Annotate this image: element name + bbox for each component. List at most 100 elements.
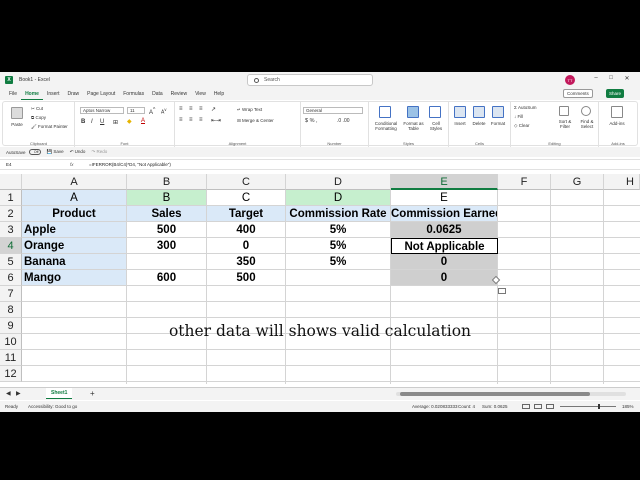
conditional-formatting-button[interactable]: Conditional Formatting [369, 121, 403, 131]
decrease-font-icon[interactable]: Av [161, 107, 166, 116]
normal-view-icon[interactable] [522, 404, 530, 409]
align-right-icon[interactable]: ≡ [199, 117, 203, 123]
sheet-tab-sheet1[interactable]: Sheet1 [46, 388, 73, 399]
align-bottom-icon[interactable]: ≡ [199, 106, 203, 112]
number-format-select[interactable]: General [303, 107, 363, 114]
tab-home[interactable]: Home [21, 88, 43, 100]
cell-styles-button[interactable]: Cell Styles [426, 121, 446, 131]
merge-center-button[interactable]: ⊟ Merge & Center [237, 118, 274, 124]
cell-a5[interactable]: Banana [22, 254, 127, 270]
add-sheet-button[interactable]: + [90, 388, 95, 399]
zoom-slider-thumb[interactable] [598, 404, 600, 409]
cell-c4[interactable]: 0 [207, 238, 286, 254]
cell-b2[interactable]: Sales [127, 206, 207, 222]
font-name-select[interactable]: Aptos Narrow [80, 107, 124, 114]
sheet-nav-prev-icon[interactable]: ◀ [6, 390, 11, 397]
borders-icon[interactable]: ⊞ [113, 119, 118, 126]
row-header-12[interactable]: 12 [0, 366, 22, 382]
close-button[interactable]: ✕ [621, 75, 633, 82]
horizontal-scrollbar[interactable] [396, 392, 626, 396]
column-header-a[interactable]: A [22, 174, 127, 190]
cell-b6[interactable]: 600 [127, 270, 207, 286]
cell-c3[interactable]: 400 [207, 222, 286, 238]
search-box[interactable]: Search [247, 74, 373, 86]
tab-help[interactable]: Help [210, 88, 228, 100]
indent-icon[interactable]: ⇤⇥ [211, 117, 221, 124]
tab-page-layout[interactable]: Page Layout [83, 88, 119, 100]
row-header-3[interactable]: 3 [0, 222, 22, 238]
orientation-icon[interactable]: ↗ [211, 106, 216, 113]
cell-d3[interactable]: 5% [286, 222, 391, 238]
align-left-icon[interactable]: ≡ [179, 117, 183, 123]
cell-b3[interactable]: 500 [127, 222, 207, 238]
cell-e3[interactable]: 0.0625 [391, 222, 498, 238]
tab-draw[interactable]: Draw [63, 88, 83, 100]
minimize-button[interactable]: – [590, 75, 602, 81]
wrap-text-button[interactable]: ↵ Wrap Text [237, 107, 262, 113]
select-all-corner[interactable] [0, 174, 22, 190]
align-center-icon[interactable]: ≡ [189, 117, 193, 123]
cell-a2[interactable]: Product [22, 206, 127, 222]
tab-insert[interactable]: Insert [43, 88, 64, 100]
format-painter-button[interactable]: 🖌 Format Painter [31, 124, 68, 130]
cell-d4[interactable]: 5% [286, 238, 391, 254]
fill-color-icon[interactable]: ◆ [127, 118, 132, 125]
cell-a3[interactable]: Apple [22, 222, 127, 238]
insert-button[interactable]: Insert [450, 121, 470, 126]
row-header-1[interactable]: 1 [0, 190, 22, 206]
cell-e1[interactable]: E [391, 190, 498, 206]
column-header-d[interactable]: D [286, 174, 391, 190]
autosave-toggle[interactable]: Off [28, 149, 41, 155]
cell-d1[interactable]: D [286, 190, 391, 206]
row-header-7[interactable]: 7 [0, 286, 22, 302]
cell-e2[interactable]: Commission Earned [391, 206, 498, 222]
cell-b4[interactable]: 300 [127, 238, 207, 254]
cut-button[interactable]: ✂ Cut [31, 106, 43, 112]
grid-fgh-area[interactable] [498, 190, 640, 286]
row-header-5[interactable]: 5 [0, 254, 22, 270]
cell-d6[interactable] [286, 270, 391, 286]
page-break-view-icon[interactable] [546, 404, 554, 409]
copy-button[interactable]: ⧉ Copy [31, 115, 46, 120]
tab-file[interactable]: File [5, 88, 21, 100]
name-box[interactable]: E4 [4, 161, 66, 169]
font-color-icon[interactable]: A [141, 118, 145, 124]
column-header-b[interactable]: B [127, 174, 207, 190]
fill-button[interactable]: ↓ Fill [514, 114, 523, 119]
user-avatar[interactable]: TT [565, 75, 575, 85]
cell-c6[interactable]: 500 [207, 270, 286, 286]
row-header-4[interactable]: 4 [0, 238, 22, 254]
cell-d2[interactable]: Commission Rate [286, 206, 391, 222]
redo-button[interactable]: ↷ Redo [91, 149, 107, 155]
share-button[interactable]: Share [606, 89, 625, 98]
zoom-slider[interactable] [560, 406, 616, 407]
tab-review[interactable]: Review [167, 88, 191, 100]
quick-analysis-icon[interactable] [498, 288, 506, 294]
sort-filter-button[interactable]: Sort & Filter [555, 119, 575, 129]
undo-button[interactable]: ↶ Undo [70, 149, 86, 155]
underline-button[interactable]: U [100, 119, 104, 125]
autosum-button[interactable]: Σ AutoSum [514, 105, 537, 110]
formula-input[interactable]: =IFERROR(B4/C4)*D4, "Not Applicable") [89, 161, 171, 169]
delete-button[interactable]: Delete [469, 121, 489, 126]
column-header-g[interactable]: G [551, 174, 604, 190]
align-top-icon[interactable]: ≡ [179, 106, 183, 112]
save-button[interactable]: 💾 Save [47, 149, 64, 155]
format-button[interactable]: Format [488, 121, 508, 126]
addins-button[interactable]: Add-ins [603, 121, 631, 126]
tab-view[interactable]: View [191, 88, 210, 100]
horizontal-scrollbar-thumb[interactable] [400, 392, 590, 396]
column-header-h[interactable]: H [604, 174, 640, 190]
row-header-6[interactable]: 6 [0, 270, 22, 286]
align-middle-icon[interactable]: ≡ [189, 106, 193, 112]
increase-font-icon[interactable]: A^ [149, 107, 155, 116]
decimal-icon[interactable]: .0 .00 [337, 118, 350, 124]
cell-b1[interactable]: B [127, 190, 207, 206]
clear-button[interactable]: ◇ Clear [514, 123, 529, 129]
format-as-table-button[interactable]: Format as Table [400, 121, 427, 131]
row-header-8[interactable]: 8 [0, 302, 22, 318]
italic-button[interactable]: I [91, 119, 93, 125]
spreadsheet-grid[interactable]: A B C D E F G H 1 2 3 4 5 6 7 8 9 10 11 … [0, 174, 640, 384]
row-header-11[interactable]: 11 [0, 350, 22, 366]
find-select-button[interactable]: Find & Select [576, 119, 598, 129]
